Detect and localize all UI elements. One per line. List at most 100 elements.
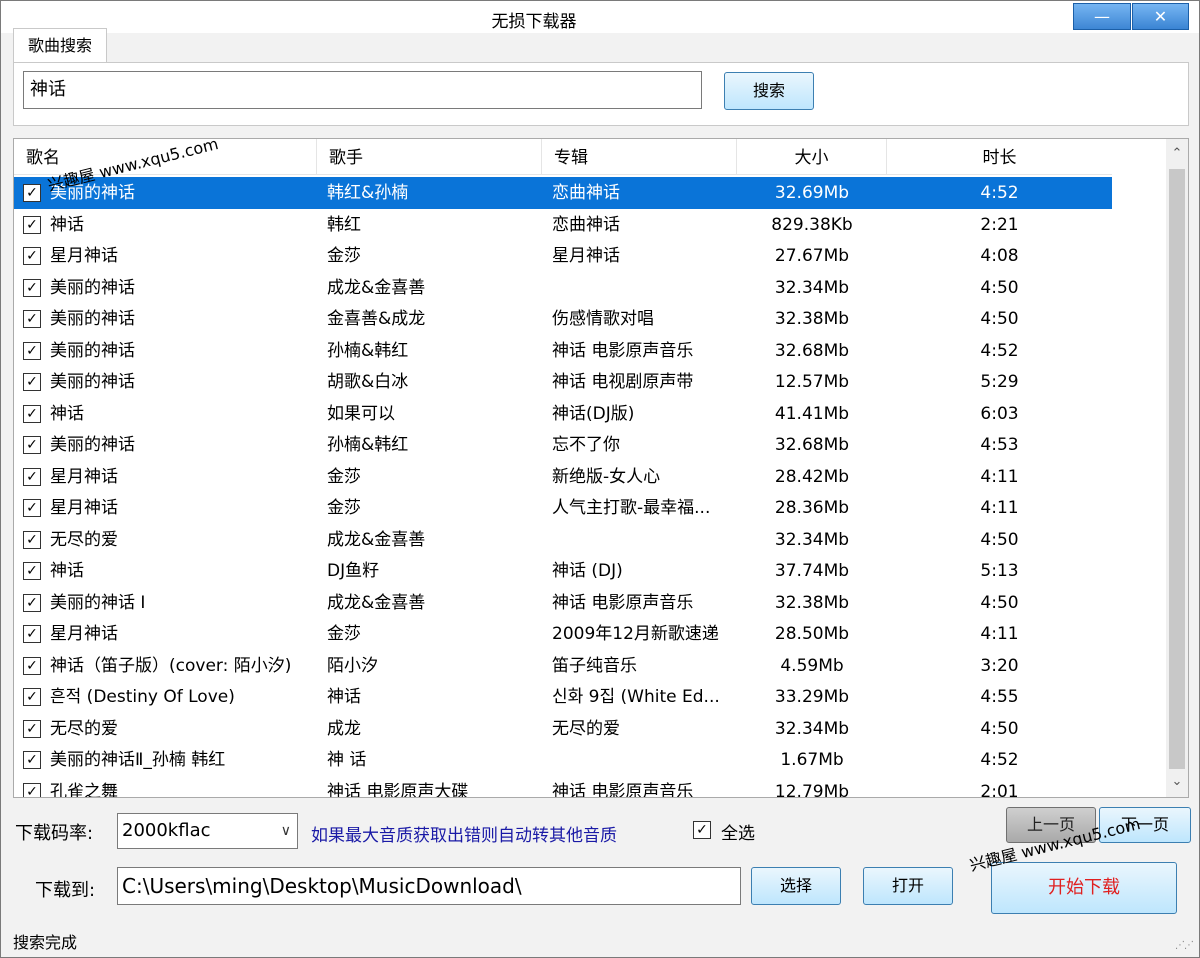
row-checkbox[interactable]: ✓ <box>23 719 41 738</box>
table-row[interactable]: ✓ 星月神话 金莎 新绝版-女人心 28.42Mb 4:11 <box>14 461 1112 493</box>
search-input[interactable]: 神话 <box>23 71 702 109</box>
cell-album: 恋曲神话 <box>552 183 620 203</box>
download-path-input[interactable]: C:\Users\ming\Desktop\MusicDownload\ <box>117 867 741 905</box>
table-row[interactable]: ✓ 神话 DJ鱼籽 神话 (DJ) 37.74Mb 5:13 <box>14 555 1112 587</box>
open-folder-button[interactable]: 打开 <box>863 867 953 905</box>
row-checkbox[interactable]: ✓ <box>23 404 41 423</box>
cell-size: 32.68Mb <box>774 435 850 455</box>
cell-size: 1.67Mb <box>780 750 844 770</box>
start-download-button[interactable]: 开始下载 <box>991 862 1177 914</box>
row-checkbox[interactable]: ✓ <box>23 593 41 612</box>
cell-size: 27.67Mb <box>774 246 850 266</box>
cell-album: 神话(DJ版) <box>552 403 635 424</box>
cell-album: 神话 电影原声音乐 <box>552 592 694 613</box>
cell-album: 2009年12月新歌速递 <box>552 624 719 644</box>
scroll-up-icon[interactable]: ⌃ <box>1166 143 1188 165</box>
cell-artist: DJ鱼籽 <box>327 561 380 581</box>
column-header-duration[interactable]: 时长 <box>887 139 1112 175</box>
resize-grip[interactable]: ⋰⋰ <box>1175 940 1194 951</box>
row-checkbox[interactable]: ✓ <box>23 656 41 675</box>
cell-artist: 韩红 <box>327 214 361 235</box>
cell-title: 神话 <box>50 561 84 581</box>
tab-song-search[interactable]: 歌曲搜索 <box>13 28 107 63</box>
row-checkbox[interactable]: ✓ <box>23 625 41 643</box>
table-row[interactable]: ✓ 孔雀之舞 神话 电影原声大碟 神话 电影原声音乐 12.79Mb 2:01 <box>14 776 1112 798</box>
cell-album: 伤感情歌对唱 <box>552 309 654 329</box>
table-row[interactable]: ✓ 神话 韩红 恋曲神话 829.38Kb 2:21 <box>14 209 1112 241</box>
row-checkbox[interactable]: ✓ <box>23 278 41 297</box>
cell-album: 神话 (DJ) <box>552 561 623 581</box>
cell-title: 美丽的神话 <box>50 277 135 298</box>
cell-title: 美丽的神话 <box>50 340 135 361</box>
cell-title: 孔雀之舞 <box>50 781 118 798</box>
cell-album: 人气主打歌-最幸福... <box>552 498 711 518</box>
table-row[interactable]: ✓ 美丽的神话Ⅱ_孙楠 韩红 神 话 1.67Mb 4:52 <box>14 744 1112 776</box>
cell-size: 33.29Mb <box>774 687 850 707</box>
search-button[interactable]: 搜索 <box>724 72 814 110</box>
cell-duration: 5:29 <box>980 372 1019 392</box>
cell-album <box>552 524 732 556</box>
app-window: 无损下载器 — ✕ 歌曲搜索 神话 搜索 歌名 歌手 专辑 大小 时长 ✓ 美丽的… <box>0 0 1200 958</box>
table-row[interactable]: ✓ 흔적 (Destiny Of Love) 神话 신화 9집 (White Ed..… <box>14 681 1112 713</box>
table-row[interactable]: ✓ 美丽的神话 金喜善&成龙 伤感情歌对唱 32.38Mb 4:50 <box>14 303 1112 335</box>
cell-duration: 4:11 <box>980 624 1019 644</box>
row-checkbox[interactable]: ✓ <box>23 499 41 517</box>
column-header-album[interactable]: 专辑 <box>542 139 737 175</box>
row-checkbox[interactable]: ✓ <box>23 373 41 391</box>
row-checkbox[interactable]: ✓ <box>23 341 41 360</box>
table-row[interactable]: ✓ 神话（笛子版）(cover: 陌小汐) 陌小汐 笛子纯音乐 4.59Mb 3:20 <box>14 650 1112 682</box>
row-checkbox[interactable]: ✓ <box>23 436 41 454</box>
cell-duration: 5:13 <box>980 561 1019 581</box>
bitrate-select[interactable]: 2000kflac ∨ <box>117 813 298 849</box>
row-checkbox[interactable]: ✓ <box>23 184 41 202</box>
chevron-down-icon[interactable]: ∨ <box>281 814 291 848</box>
table-row[interactable]: ✓ 美丽的神话 孙楠&韩红 忘不了你 32.68Mb 4:53 <box>14 429 1112 461</box>
cell-album <box>552 744 732 776</box>
cell-size: 32.69Mb <box>774 183 850 203</box>
row-checkbox[interactable]: ✓ <box>23 467 41 486</box>
cell-title: 美丽的神话 <box>50 435 135 455</box>
cell-artist: 孙楠&韩红 <box>327 340 409 361</box>
cell-size: 32.38Mb <box>774 309 850 329</box>
minimize-button[interactable]: — <box>1073 3 1131 30</box>
close-button[interactable]: ✕ <box>1132 3 1189 30</box>
cell-duration: 4:53 <box>980 435 1019 455</box>
cell-artist: 神 话 <box>327 750 367 770</box>
cell-artist: 金莎 <box>327 466 361 487</box>
cell-artist: 成龙&金喜善 <box>327 529 426 550</box>
cell-title: 美丽的神话 <box>50 309 135 329</box>
table-row[interactable]: ✓ 美丽的神话 胡歌&白冰 神话 电视剧原声带 12.57Mb 5:29 <box>14 366 1112 398</box>
table-row[interactable]: ✓ 美丽的神话 孙楠&韩红 神话 电影原声音乐 32.68Mb 4:52 <box>14 335 1112 367</box>
row-checkbox[interactable]: ✓ <box>23 688 41 706</box>
row-checkbox[interactable]: ✓ <box>23 247 41 265</box>
scrollbar-thumb[interactable] <box>1169 169 1185 769</box>
table-row[interactable]: ✓ 美丽的神话 I 成龙&金喜善 神话 电影原声音乐 32.38Mb 4:50 <box>14 587 1112 619</box>
select-all-checkbox[interactable]: ✓ <box>693 821 711 839</box>
table-row[interactable]: ✓ 无尽的爱 成龙&金喜善 32.34Mb 4:50 <box>14 524 1112 556</box>
row-checkbox[interactable]: ✓ <box>23 530 41 549</box>
scroll-down-icon[interactable]: ⌄ <box>1166 771 1188 793</box>
table-row[interactable]: ✓ 星月神话 金莎 2009年12月新歌速递 28.50Mb 4:11 <box>14 618 1112 650</box>
list-rows: ✓ 美丽的神话 韩红&孙楠 恋曲神话 32.69Mb 4:52 ✓ 神话 韩红 恋曲神话 829.3… <box>14 177 1112 798</box>
status-text: 搜索完成 <box>13 933 78 952</box>
cell-duration: 4:52 <box>980 340 1019 361</box>
row-checkbox[interactable]: ✓ <box>23 215 41 234</box>
column-header-artist[interactable]: 歌手 <box>317 139 542 175</box>
row-checkbox[interactable]: ✓ <box>23 751 41 769</box>
title-bar: 无损下载器 — ✕ <box>1 1 1199 33</box>
table-row[interactable]: ✓ 星月神话 金莎 人气主打歌-最幸福... 28.36Mb 4:11 <box>14 492 1112 524</box>
vertical-scrollbar[interactable]: ⌃ ⌄ <box>1166 139 1188 797</box>
table-row[interactable]: ✓ 神话 如果可以 神话(DJ版) 41.41Mb 6:03 <box>14 398 1112 430</box>
cell-artist: 陌小汐 <box>327 655 378 676</box>
table-row[interactable]: ✓ 美丽的神话 成龙&金喜善 32.34Mb 4:50 <box>14 272 1112 304</box>
row-checkbox[interactable]: ✓ <box>23 782 41 797</box>
row-checkbox[interactable]: ✓ <box>23 310 41 328</box>
table-row[interactable]: ✓ 无尽的爱 成龙 无尽的爱 32.34Mb 4:50 <box>14 713 1112 745</box>
choose-folder-button[interactable]: 选择 <box>751 867 841 905</box>
column-header-size[interactable]: 大小 <box>737 139 887 175</box>
cell-artist: 胡歌&白冰 <box>327 372 409 392</box>
bitrate-value: 2000kflac <box>122 820 211 841</box>
table-row[interactable]: ✓ 星月神话 金莎 星月神话 27.67Mb 4:08 <box>14 240 1112 272</box>
table-row[interactable]: ✓ 美丽的神话 韩红&孙楠 恋曲神话 32.69Mb 4:52 <box>14 177 1112 209</box>
row-checkbox[interactable]: ✓ <box>23 562 41 580</box>
